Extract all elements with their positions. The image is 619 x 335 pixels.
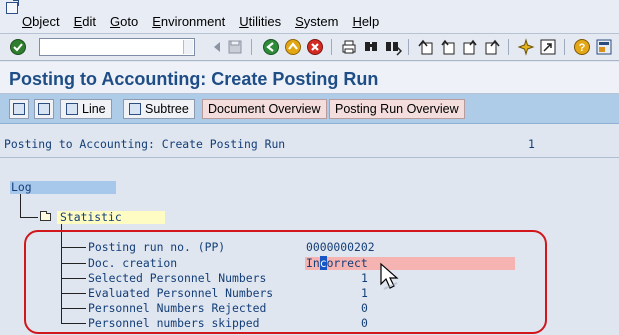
posting-run-overview-button[interactable]: Posting Run Overview xyxy=(329,99,465,119)
subtree-button-label: Subtree xyxy=(145,102,189,116)
last-page-icon[interactable] xyxy=(483,38,501,56)
menu-goto[interactable]: Goto xyxy=(110,14,138,29)
collapse-command-icon[interactable] xyxy=(208,38,226,56)
title-bar: Posting to Accounting: Create Posting Ru… xyxy=(0,62,619,94)
toolbar-separator xyxy=(508,39,509,55)
create-session-icon[interactable] xyxy=(517,38,535,56)
toolbar-separator xyxy=(564,39,565,55)
expand-all-icon xyxy=(13,103,25,115)
menu: Object Edit Goto Environment Utilities S… xyxy=(22,14,393,29)
standard-toolbar: ? xyxy=(0,34,619,61)
help-icon[interactable]: ? xyxy=(573,38,591,56)
menu-environment[interactable]: Environment xyxy=(152,14,225,29)
toolbar-separator xyxy=(408,39,409,55)
page-title: Posting to Accounting: Create Posting Ru… xyxy=(9,69,379,89)
find-icon[interactable] xyxy=(362,38,380,56)
mouse-pointer-icon xyxy=(380,262,399,290)
tree-node-statistic[interactable]: Statistic xyxy=(57,211,165,224)
document-overview-label: Document Overview xyxy=(208,102,321,116)
command-field[interactable] xyxy=(39,38,195,56)
subtree-button[interactable]: Subtree xyxy=(123,99,195,119)
menu-utilities[interactable]: Utilities xyxy=(239,14,281,29)
toolbar-separator xyxy=(331,39,332,55)
svg-text:?: ? xyxy=(579,42,586,54)
back-icon[interactable] xyxy=(262,38,280,56)
first-page-icon[interactable] xyxy=(417,38,435,56)
find-next-icon[interactable] xyxy=(384,38,402,56)
list-count: 1 xyxy=(528,137,535,151)
tree-node-log[interactable]: Log xyxy=(10,181,116,194)
tree-connector xyxy=(20,217,38,218)
toolbar-separator xyxy=(251,39,252,55)
menu-edit[interactable]: Edit xyxy=(74,14,96,29)
document-overview-button[interactable]: Document Overview xyxy=(202,99,327,119)
customize-layout-icon[interactable] xyxy=(595,38,613,56)
print-icon[interactable] xyxy=(340,38,358,56)
collapse-all-icon xyxy=(38,103,50,115)
menu-help[interactable]: Help xyxy=(352,14,379,29)
tree-connector xyxy=(20,194,21,218)
save-icon[interactable] xyxy=(226,38,244,56)
line-icon xyxy=(66,103,78,115)
collapse-all-button[interactable] xyxy=(34,99,54,119)
annotation-highlight-ring xyxy=(24,230,547,334)
menu-system[interactable]: System xyxy=(295,14,338,29)
previous-page-icon[interactable] xyxy=(439,38,457,56)
enter-icon[interactable] xyxy=(9,38,27,56)
list-area: Posting to Accounting: Create Posting Ru… xyxy=(0,124,619,335)
menu-object[interactable]: Object xyxy=(22,14,60,29)
subtree-icon xyxy=(129,103,141,115)
next-page-icon[interactable] xyxy=(461,38,479,56)
line-button[interactable]: Line xyxy=(60,99,112,119)
expand-all-button[interactable] xyxy=(9,99,29,119)
shortcut-icon[interactable] xyxy=(539,38,557,56)
menu-bar: Object Edit Goto Environment Utilities S… xyxy=(0,0,619,34)
line-button-label: Line xyxy=(82,102,106,116)
exit-icon[interactable] xyxy=(284,38,302,56)
folder-icon xyxy=(40,211,51,221)
system-menu-icon[interactable] xyxy=(6,0,19,14)
application-toolbar: Line Subtree Document Overview Posting R… xyxy=(0,94,619,124)
command-field-dropdown-icon[interactable] xyxy=(183,40,193,54)
posting-run-overview-label: Posting Run Overview xyxy=(335,102,459,116)
divider xyxy=(0,157,619,158)
list-heading: Posting to Accounting: Create Posting Ru… xyxy=(4,137,286,151)
cancel-icon[interactable] xyxy=(306,38,324,56)
